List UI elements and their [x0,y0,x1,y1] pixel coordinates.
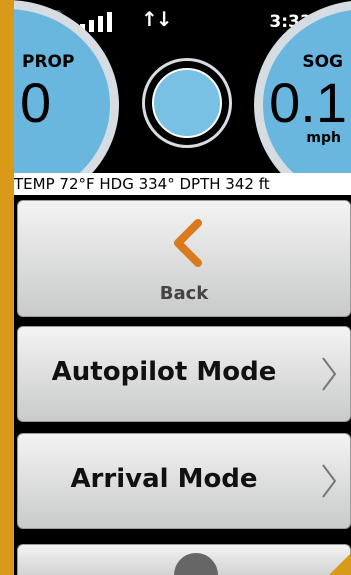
heading-indicator-dial [152,68,222,138]
device-screen: 2f ↑↓ 3:33 PM PROP 0 SOG 0.1 mph TEMP 72… [14,0,351,575]
menu-item-label: Arrival Mode [70,464,258,494]
transfer-arrows-icon: ↑↓ [141,7,172,31]
back-button[interactable]: Back [17,200,351,317]
prop-value: 0 [20,71,52,134]
sog-unit: mph [306,130,341,146]
chevron-right-icon [322,357,337,391]
sog-value: 0.1 [269,71,347,134]
chevron-right-icon [322,464,337,498]
arrival-mode-button[interactable]: Arrival Mode [17,433,351,529]
back-label: Back [159,283,209,304]
sensor-readout-row: TEMP 72°F HDG 334° DPTH 342 ft [14,173,351,195]
chevron-left-icon [174,219,202,267]
heading-indicator [142,58,232,148]
sog-label: SOG [302,52,343,72]
gauge-panel: PROP 0 SOG 0.1 mph [14,0,351,210]
menu-item-label: Autopilot Mode [51,357,277,387]
signal-bars-icon [80,10,120,32]
chevron-down-icon [174,553,218,575]
prop-label: PROP [22,52,75,72]
autopilot-mode-button[interactable]: Autopilot Mode [17,326,351,422]
scroll-down-button[interactable] [17,544,351,575]
menu-panel: Back Autopilot Mode Arrival Mode [14,195,351,575]
corner-accent [329,553,351,575]
